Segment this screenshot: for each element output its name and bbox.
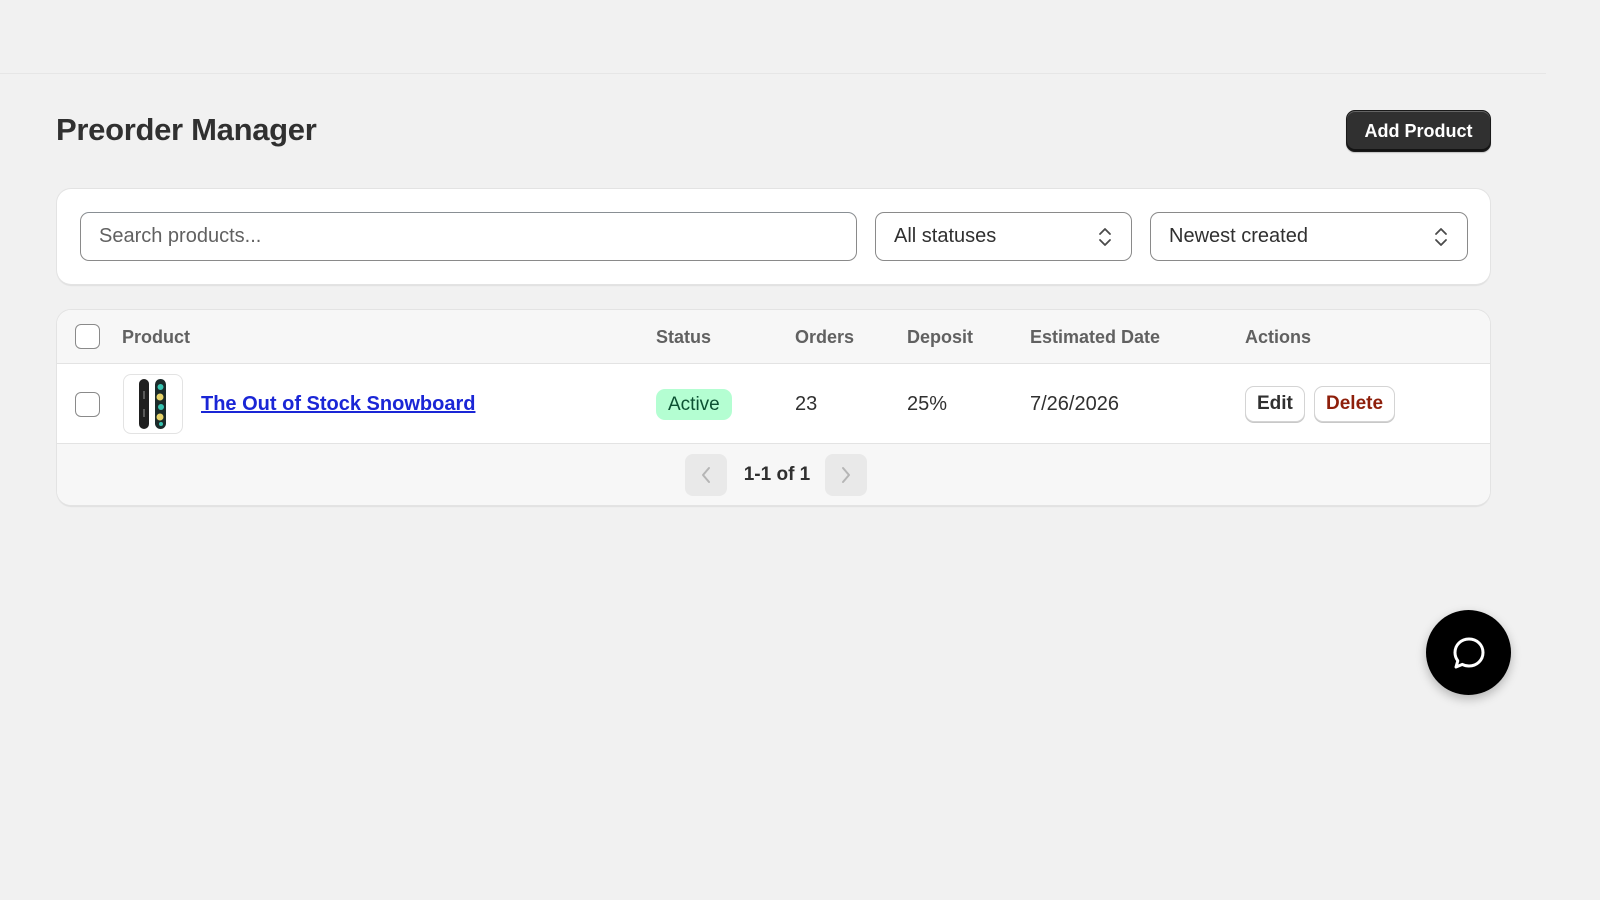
filter-bar: All statuses Newest created — [57, 189, 1490, 284]
page-title: Preorder Manager — [56, 112, 317, 147]
next-page-button[interactable] — [825, 454, 867, 496]
edit-button[interactable]: Edit — [1245, 386, 1305, 422]
search-input[interactable] — [80, 212, 857, 261]
delete-button[interactable]: Delete — [1314, 386, 1396, 422]
sort-select[interactable]: Newest created — [1150, 212, 1468, 261]
previous-page-button[interactable] — [685, 454, 727, 496]
column-header-product: Product — [122, 326, 191, 347]
orders-cell: 23 — [795, 392, 818, 415]
chat-bubble-icon — [1453, 637, 1484, 668]
row-checkbox[interactable] — [75, 392, 100, 417]
top-bar — [0, 0, 1546, 74]
table-header: Product Status Orders Deposit Estimated … — [57, 310, 1490, 364]
column-header-orders: Orders — [795, 326, 855, 347]
chevron-right-icon — [842, 467, 850, 483]
estimated-date-cell: 7/26/2026 — [1030, 392, 1119, 415]
add-product-button[interactable]: Add Product — [1346, 110, 1491, 152]
column-header-estimated-date: Estimated Date — [1030, 326, 1161, 347]
product-name-link[interactable]: The Out of Stock Snowboard — [201, 364, 475, 444]
products-table: Product Status Orders Deposit Estimated … — [57, 310, 1490, 505]
column-header-status: Status — [656, 326, 712, 347]
pagination: 1-1 of 1 — [57, 444, 1490, 505]
snowboard-image — [139, 379, 166, 429]
deposit-cell: 25% — [907, 392, 948, 415]
column-header-actions: Actions — [1245, 326, 1312, 347]
pagination-label: 1-1 of 1 — [743, 464, 811, 485]
status-filter-select[interactable]: All statuses — [875, 212, 1132, 261]
sort-value: Newest created — [1169, 225, 1308, 247]
chevron-updown-icon — [1435, 228, 1447, 246]
status-badge: Active — [656, 389, 732, 420]
select-all-checkbox[interactable] — [75, 324, 100, 349]
status-filter-value: All statuses — [894, 225, 997, 247]
chat-button[interactable] — [1426, 610, 1511, 695]
chevron-left-icon — [702, 467, 710, 483]
chevron-updown-icon — [1099, 228, 1111, 246]
product-thumbnail — [123, 374, 183, 434]
column-header-deposit: Deposit — [907, 326, 974, 347]
table-row[interactable]: The Out of Stock Snowboard Active 23 25%… — [57, 364, 1490, 444]
